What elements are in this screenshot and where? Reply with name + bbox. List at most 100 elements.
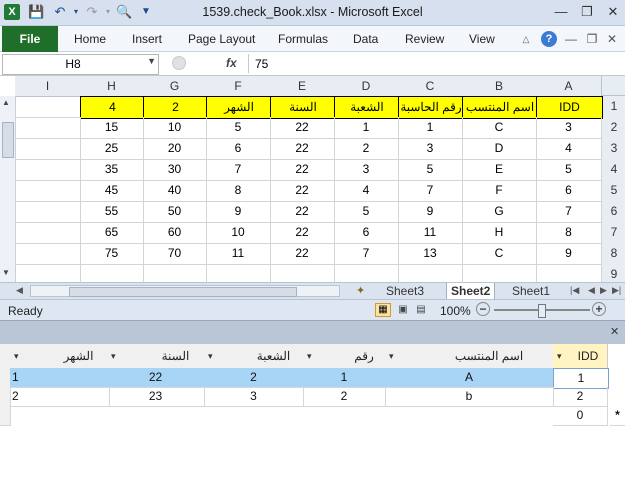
cell-b3[interactable]: D xyxy=(462,138,537,160)
cell-i2[interactable] xyxy=(15,117,81,139)
grid-cell[interactable]: 2 xyxy=(303,387,386,407)
vertical-scrollbar[interactable]: ▲ ▼ xyxy=(0,96,16,282)
row-header-4[interactable]: 4 xyxy=(601,159,625,181)
column-header-g[interactable]: G xyxy=(143,76,207,97)
tab-page-layout[interactable]: Page Layout xyxy=(188,26,255,52)
grid-cell[interactable]: 3 xyxy=(204,387,304,407)
cell-h4[interactable]: 35 xyxy=(80,159,144,181)
doc-close-icon[interactable]: ✕ xyxy=(604,31,620,47)
cell-e7[interactable]: 22 xyxy=(270,222,335,244)
row-header-6[interactable]: 6 xyxy=(601,201,625,223)
cell-f6[interactable]: 9 xyxy=(206,201,271,223)
filter-dropdown-icon[interactable]: ▾ xyxy=(307,344,312,368)
cell-a4[interactable]: 5 xyxy=(536,159,602,181)
cell-i8[interactable] xyxy=(15,243,81,265)
cell-c4[interactable]: 5 xyxy=(398,159,463,181)
scroll-thumb[interactable] xyxy=(2,122,14,158)
row-header-5[interactable]: 5 xyxy=(601,180,625,202)
row-header-8[interactable]: 8 xyxy=(601,243,625,265)
cell-c6[interactable]: 9 xyxy=(398,201,463,223)
zoom-slider-thumb[interactable] xyxy=(538,304,546,318)
cell-h3[interactable]: 25 xyxy=(80,138,144,160)
grid-column-header[interactable]: ▾ الشهر xyxy=(10,344,108,369)
row-header-3[interactable]: 3 xyxy=(601,138,625,160)
cell-h6[interactable]: 55 xyxy=(80,201,144,223)
cell-f3[interactable]: 6 xyxy=(206,138,271,160)
cell-b1[interactable]: اسم المنتسب xyxy=(462,96,538,119)
formula-bar-handle-icon[interactable] xyxy=(172,56,186,70)
cell-b4[interactable]: E xyxy=(462,159,537,181)
grid-cell[interactable]: b xyxy=(385,387,554,407)
sheet-nav-last-icon[interactable]: ▶| xyxy=(612,285,621,296)
sheet-nav-first-icon[interactable]: |◀ xyxy=(570,285,579,296)
cell-g6[interactable]: 50 xyxy=(143,201,207,223)
cell-f4[interactable]: 7 xyxy=(206,159,271,181)
maximize-icon[interactable]: ❐ xyxy=(574,3,600,21)
column-header-h[interactable]: H xyxy=(80,76,144,97)
minimize-icon[interactable]: — xyxy=(548,3,574,21)
cell-b5[interactable]: F xyxy=(462,180,537,202)
cell-d2[interactable]: 1 xyxy=(334,117,399,139)
grid-cell[interactable] xyxy=(10,406,109,425)
cell-e4[interactable]: 22 xyxy=(270,159,335,181)
cell-c1[interactable]: رقم الحاسبة xyxy=(398,96,464,119)
cell-a5[interactable]: 6 xyxy=(536,180,602,202)
cell-g8[interactable]: 70 xyxy=(143,243,207,265)
sheet-tab-sheet2[interactable]: Sheet2 xyxy=(446,283,496,299)
cell-a8[interactable]: 9 xyxy=(536,243,602,265)
cell-i6[interactable] xyxy=(15,201,81,223)
grid-cell[interactable]: 23 xyxy=(107,387,205,407)
column-header-b[interactable]: B xyxy=(462,76,537,97)
cell-i3[interactable] xyxy=(15,138,81,160)
grid-column-header[interactable]: ▾رقم الحاسبة xyxy=(303,344,386,387)
column-header-e[interactable]: E xyxy=(270,76,335,97)
row-header-1[interactable]: 1 xyxy=(601,96,625,118)
cell-h2[interactable]: 15 xyxy=(80,117,144,139)
grid-cell[interactable]: 2 xyxy=(10,387,110,407)
grid-cell[interactable]: 2 xyxy=(553,387,608,407)
cell-e5[interactable]: 22 xyxy=(270,180,335,202)
close-icon[interactable]: ✕ xyxy=(600,3,625,21)
grid-column-header[interactable]: ▾ IDD xyxy=(553,344,608,370)
doc-minimize-icon[interactable]: — xyxy=(563,31,579,47)
cell-d7[interactable]: 6 xyxy=(334,222,399,244)
tab-data[interactable]: Data xyxy=(353,26,378,52)
cell-i7[interactable] xyxy=(15,222,81,244)
cell-a2[interactable]: 3 xyxy=(536,117,602,139)
filter-dropdown-icon[interactable]: ▾ xyxy=(557,344,562,368)
name-box-dropdown-icon[interactable]: ▼ xyxy=(147,56,156,66)
cell-g1[interactable]: 2 xyxy=(143,96,208,119)
panel-close-icon[interactable]: ✕ xyxy=(610,325,619,338)
tab-formulas[interactable]: Formulas xyxy=(278,26,328,52)
cell-a3[interactable]: 4 xyxy=(536,138,602,160)
normal-view-icon[interactable]: ▦ xyxy=(375,303,391,317)
cell-g3[interactable]: 20 xyxy=(143,138,207,160)
grid-cell[interactable]: 22 xyxy=(107,368,205,388)
row-header-2[interactable]: 2 xyxy=(601,117,625,139)
cell-c7[interactable]: 11 xyxy=(398,222,463,244)
insert-function-icon[interactable]: fx xyxy=(226,56,237,70)
select-all-corner[interactable] xyxy=(601,76,625,96)
file-tab[interactable]: File xyxy=(2,26,58,52)
cell-d8[interactable]: 7 xyxy=(334,243,399,265)
horizontal-scrollbar[interactable] xyxy=(30,285,340,297)
sheet-nav-next-icon[interactable]: ▶ xyxy=(600,285,607,296)
grid-cell[interactable] xyxy=(107,406,204,425)
cell-d5[interactable]: 4 xyxy=(334,180,399,202)
column-header-d[interactable]: D xyxy=(334,76,399,97)
cell-b2[interactable]: C xyxy=(462,117,537,139)
scroll-down-icon[interactable]: ▼ xyxy=(2,268,10,277)
formula-input[interactable]: 75 xyxy=(248,54,625,73)
grid-column-header[interactable]: ▾ الشعبة xyxy=(204,344,304,369)
cell-h1[interactable]: 4 xyxy=(80,96,145,119)
cell-c3[interactable]: 3 xyxy=(398,138,463,160)
sheet-tab-sheet1[interactable]: Sheet1 xyxy=(508,283,554,299)
cell-a7[interactable]: 8 xyxy=(536,222,602,244)
grid-column-header[interactable]: ▾ اسم المنتسب xyxy=(385,344,554,369)
insert-sheet-icon[interactable]: ✦ xyxy=(356,284,365,297)
cell-c8[interactable]: 13 xyxy=(398,243,463,265)
zoom-in-icon[interactable]: + xyxy=(592,302,606,316)
tab-insert[interactable]: Insert xyxy=(132,26,162,52)
cell-b8[interactable]: C xyxy=(462,243,537,265)
cell-g5[interactable]: 40 xyxy=(143,180,207,202)
